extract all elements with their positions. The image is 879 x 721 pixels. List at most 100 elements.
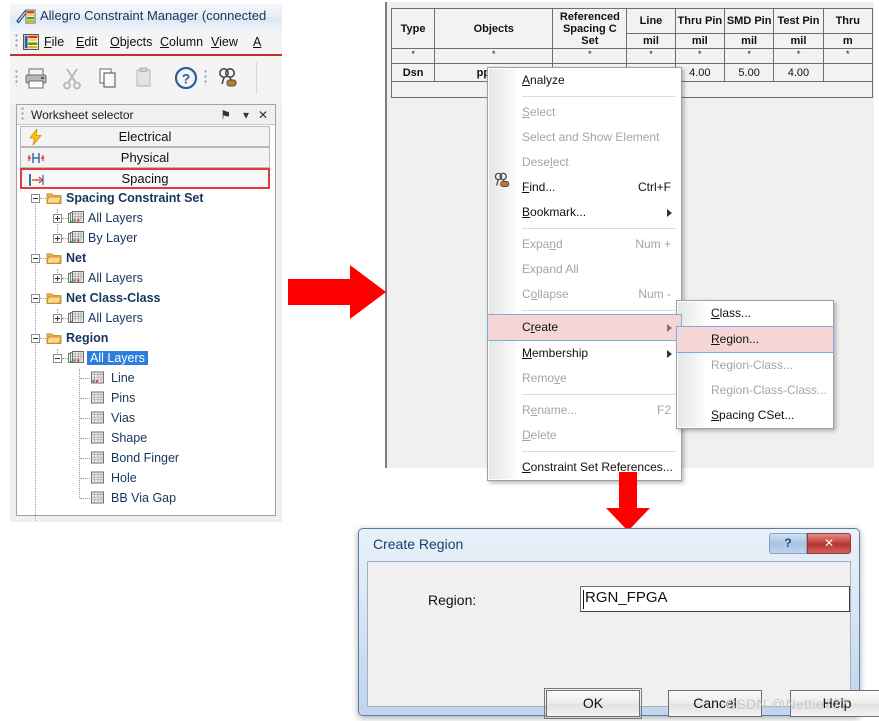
- tree-node-vias[interactable]: Vias: [19, 409, 275, 429]
- table-header-thru-pin[interactable]: Thru Pin: [674, 8, 725, 34]
- table-header-test-pin[interactable]: Test Pin: [773, 8, 824, 34]
- table-header-objects[interactable]: Objects: [434, 8, 554, 49]
- ok-button[interactable]: OK: [544, 688, 642, 719]
- table-filter-row[interactable]: * * * * * * * *: [390, 48, 874, 64]
- cell-thru[interactable]: [822, 63, 874, 82]
- table-header-smd-pin[interactable]: SMD Pin: [723, 8, 775, 34]
- submenu-item-class[interactable]: Class...: [677, 301, 833, 326]
- tree-node-spacing-constraint-set[interactable]: Spacing Constraint Set: [19, 189, 275, 209]
- close-icon[interactable]: ✕: [807, 533, 851, 554]
- help-icon[interactable]: ?: [172, 64, 200, 92]
- tree-node-bond-finger[interactable]: Bond Finger: [19, 449, 275, 469]
- context-menu-item-find[interactable]: Find... Ctrl+F: [488, 175, 681, 200]
- table-header-type[interactable]: Type: [390, 8, 436, 49]
- menu-analyze[interactable]: A: [253, 35, 261, 49]
- close-icon[interactable]: ✕: [258, 108, 268, 122]
- tree-node-line[interactable]: Line: [19, 369, 275, 389]
- context-menu-item-bookmark[interactable]: Bookmark...: [488, 200, 681, 225]
- tree-node-region[interactable]: Region: [19, 329, 275, 349]
- find-icon[interactable]: [214, 64, 242, 92]
- context-menu-item-create[interactable]: Create: [487, 314, 682, 341]
- context-menu-item-membership[interactable]: Membership: [488, 341, 681, 366]
- help-icon[interactable]: ?: [769, 533, 807, 554]
- tree-node-all-layers[interactable]: All Layers: [19, 209, 275, 229]
- tree-node-hole[interactable]: Hole: [19, 469, 275, 489]
- tree-node-net-class-class[interactable]: Net Class-Class: [19, 289, 275, 309]
- tree-expander[interactable]: [53, 274, 62, 283]
- submenu-item-region-class-class[interactable]: Region-Class-Class...: [677, 378, 833, 403]
- cell-test-pin[interactable]: 4.00: [773, 63, 824, 82]
- toolbar-grip-2[interactable]: [204, 70, 207, 86]
- toolbar-grip[interactable]: [15, 70, 18, 86]
- worksheet-selector-header: Worksheet selector ⚑ ▾ ✕: [17, 105, 275, 125]
- context-menu-item-expand-all[interactable]: Expand All: [488, 257, 681, 282]
- menu-column[interactable]: Column: [160, 35, 203, 49]
- copy-icon[interactable]: [94, 64, 122, 92]
- create-region-dialog: Create Region ? ✕ Region: RGN_FPGA OK Ca…: [358, 528, 879, 719]
- filter-cell[interactable]: *: [773, 48, 824, 64]
- tree-expander[interactable]: [53, 354, 62, 363]
- tree-node-by-layer[interactable]: By Layer: [19, 229, 275, 249]
- tree-node-all-layers[interactable]: All Layers: [19, 269, 275, 289]
- context-menu-item-analyze[interactable]: Analyze: [488, 68, 681, 93]
- filter-cell[interactable]: *: [434, 48, 554, 64]
- tree-node-all-layers[interactable]: All Layers: [19, 309, 275, 329]
- tree-expander[interactable]: [53, 234, 62, 243]
- menu-objects[interactable]: Objects: [110, 35, 152, 49]
- context-menu-item-select[interactable]: Select: [488, 100, 681, 125]
- context-menu-item-remove[interactable]: Remove: [488, 366, 681, 391]
- context-menu-item-delete[interactable]: Delete: [488, 423, 681, 448]
- paste-icon[interactable]: [130, 64, 158, 92]
- context-menu-item-rename[interactable]: Rename... F2: [488, 398, 681, 423]
- worksheet-tab-physical[interactable]: Physical: [20, 147, 270, 168]
- worksheet-tab-spacing[interactable]: Spacing: [20, 168, 270, 189]
- filter-cell[interactable]: *: [723, 48, 775, 64]
- context-menu-accel: F2: [656, 403, 671, 417]
- menu-view[interactable]: View: [211, 35, 238, 49]
- tree-node-shape[interactable]: Shape: [19, 429, 275, 449]
- chevron-down-icon[interactable]: ▾: [243, 108, 249, 122]
- filter-cell[interactable]: *: [674, 48, 725, 64]
- cell-smd-pin[interactable]: 5.00: [723, 63, 775, 82]
- tree-expander[interactable]: [31, 334, 40, 343]
- cell-thru-pin[interactable]: 4.00: [674, 63, 725, 82]
- tree-node-label: Net Class-Class: [66, 291, 161, 305]
- submenu-item-spacing-cset[interactable]: Spacing CSet...: [677, 403, 833, 428]
- tree-node-pins[interactable]: Pins: [19, 389, 275, 409]
- table-unit-thru-pin: mil: [674, 33, 725, 49]
- context-menu-item-select-and-show-element[interactable]: Select and Show Element: [488, 125, 681, 150]
- menu-edit[interactable]: Edit: [76, 35, 98, 49]
- context-menu-item-expand[interactable]: Expand Num +: [488, 232, 681, 257]
- tree-expander[interactable]: [53, 314, 62, 323]
- tree-expander[interactable]: [31, 294, 40, 303]
- filter-cell[interactable]: *: [822, 48, 874, 64]
- filter-cell[interactable]: *: [626, 48, 676, 64]
- cut-icon[interactable]: [58, 64, 86, 92]
- filter-cell[interactable]: *: [552, 48, 628, 64]
- panel-grip[interactable]: [21, 107, 24, 121]
- region-input[interactable]: RGN_FPGA: [580, 586, 850, 612]
- table-header-thru[interactable]: Thru: [822, 8, 874, 34]
- tree-node-net[interactable]: Net: [19, 249, 275, 269]
- filter-cell[interactable]: *: [390, 48, 436, 64]
- context-menu-item-collapse[interactable]: Collapse Num -: [488, 282, 681, 307]
- pin-icon[interactable]: ⚑: [220, 108, 231, 122]
- tree-expander[interactable]: [31, 194, 40, 203]
- submenu-item-region-class[interactable]: Region-Class...: [677, 353, 833, 378]
- worksheet-tab-electrical[interactable]: Electrical: [20, 126, 270, 147]
- tree-expander[interactable]: [31, 254, 40, 263]
- sheet-icon: [91, 451, 104, 464]
- context-menu-item-deselect[interactable]: Deselect: [488, 150, 681, 175]
- print-icon[interactable]: [22, 64, 50, 92]
- table-header-referenced-spacing-cset[interactable]: Referenced Spacing C Set: [552, 8, 628, 49]
- tree-node-all-layers-selected[interactable]: All Layers: [19, 349, 275, 369]
- tree-node-bb-via-gap[interactable]: BB Via Gap: [19, 489, 275, 509]
- context-menu-item-constraint-set-references[interactable]: Constraint Set References...: [488, 455, 681, 480]
- cell-type[interactable]: Dsn: [390, 63, 436, 82]
- tree-expander[interactable]: [53, 214, 62, 223]
- menu-file[interactable]: File: [44, 35, 64, 49]
- submenu-item-region[interactable]: Region...: [676, 326, 834, 353]
- table-header-line[interactable]: Line: [626, 8, 676, 34]
- dialog-titlebar[interactable]: Create Region ? ✕: [363, 531, 855, 559]
- menubar-grip[interactable]: [15, 34, 18, 50]
